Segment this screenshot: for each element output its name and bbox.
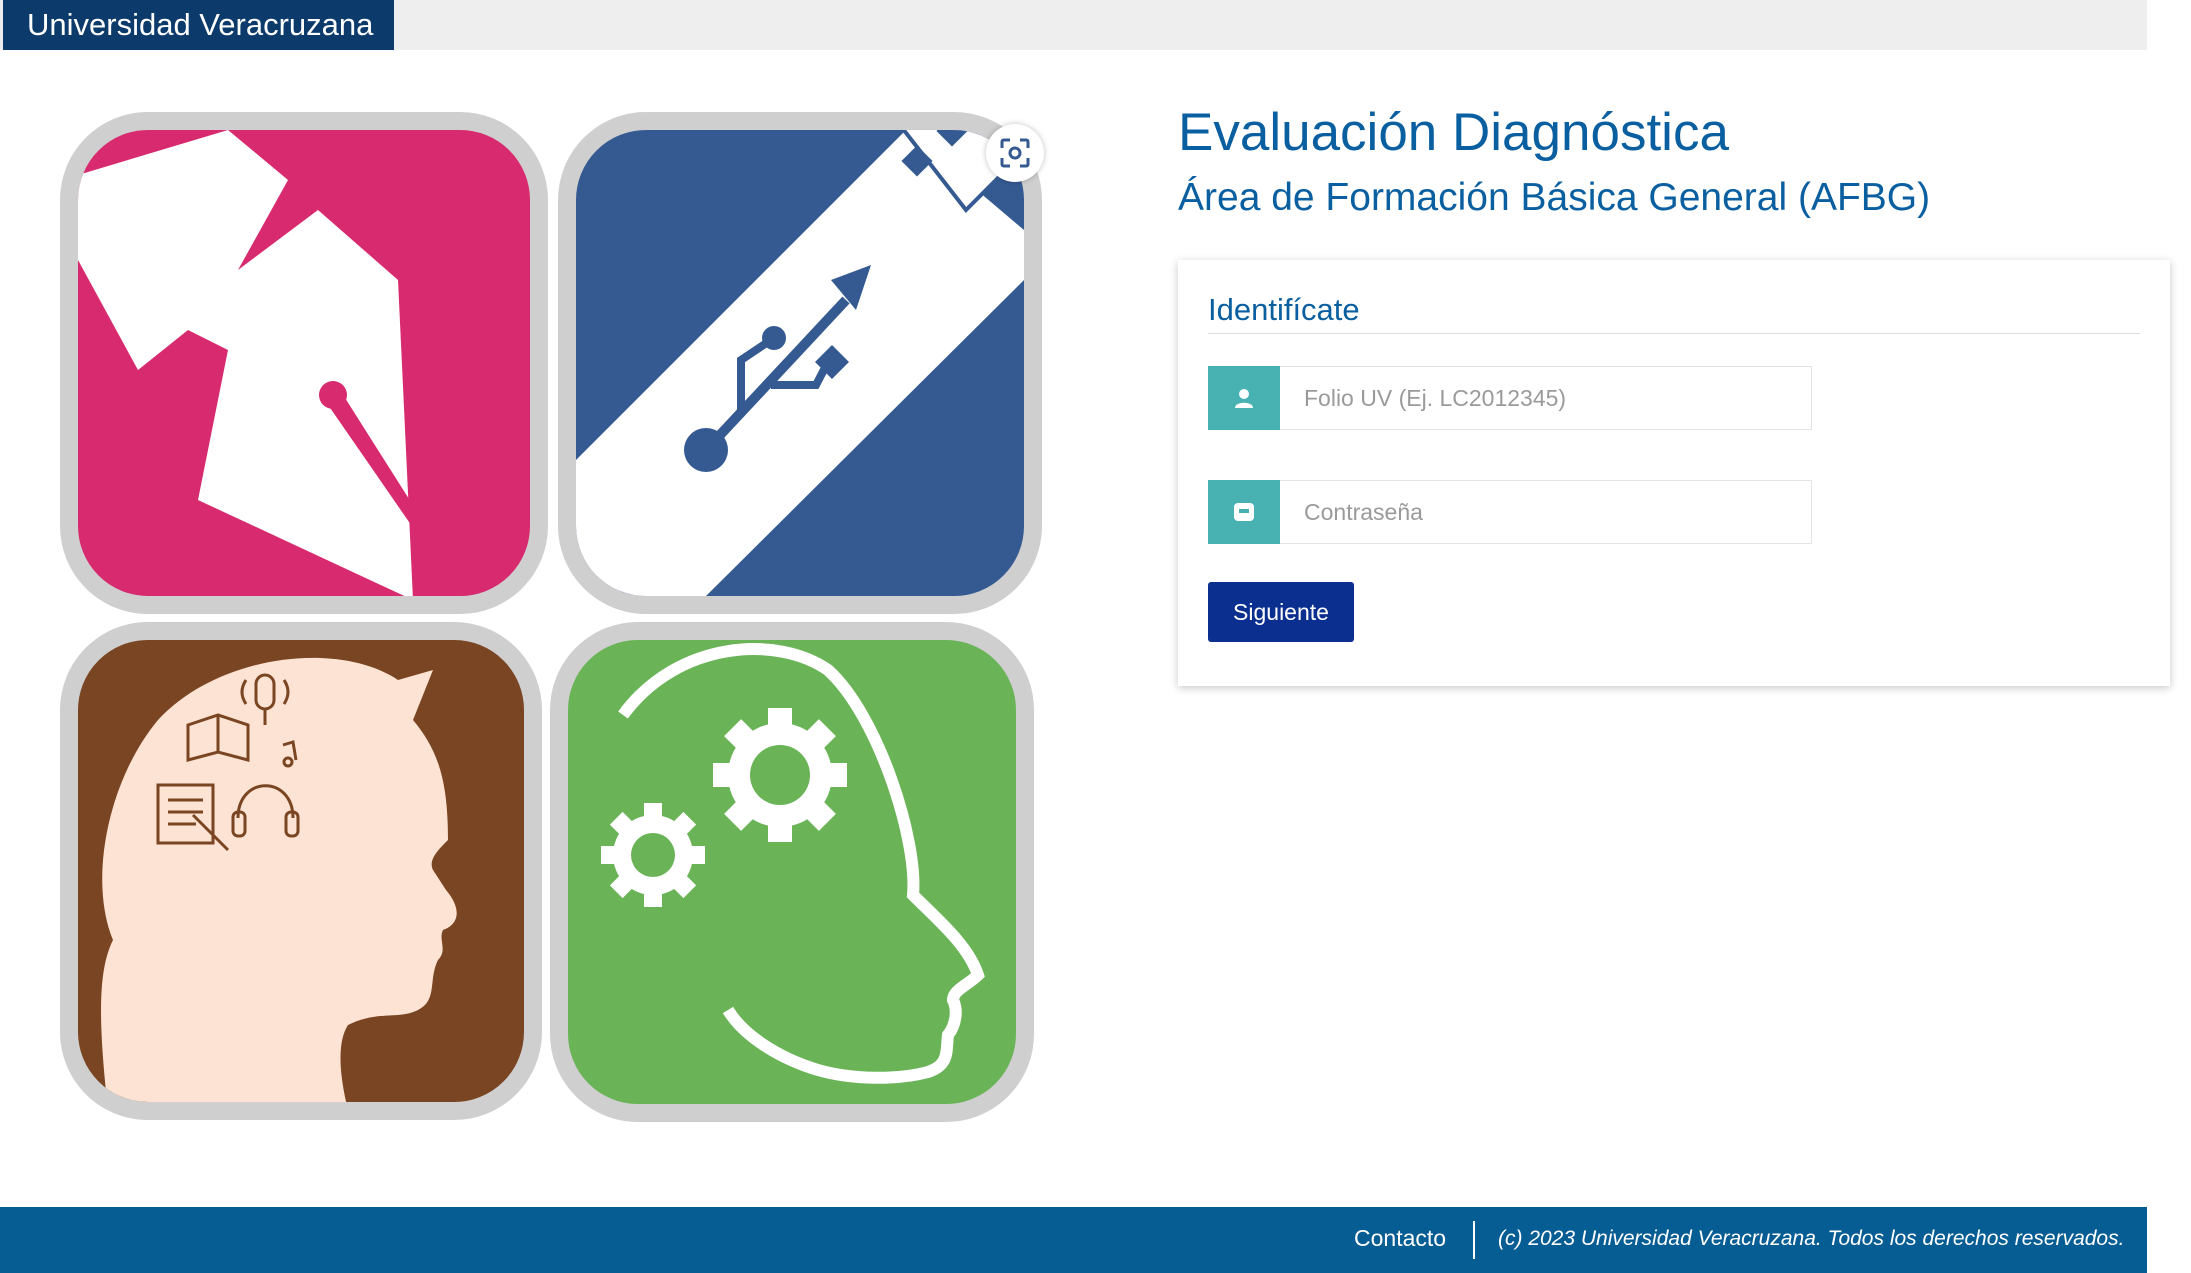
lock-addon bbox=[1208, 480, 1280, 544]
fountain-pen-icon bbox=[78, 130, 471, 596]
focus-scan-button[interactable] bbox=[986, 124, 1044, 182]
password-input-group bbox=[1208, 480, 1812, 544]
heading-divider bbox=[1208, 333, 2140, 334]
head-learning-icon bbox=[101, 657, 457, 1102]
password-input[interactable] bbox=[1280, 480, 1812, 544]
copyright-text: (c) 2023 Universidad Veracruzana. Todos … bbox=[1498, 1227, 2125, 1250]
lock-icon bbox=[1234, 503, 1254, 521]
scan-icon bbox=[1000, 138, 1030, 168]
pen-tile bbox=[60, 112, 548, 614]
page-subtitle: Área de Formación Básica General (AFBG) bbox=[1178, 176, 1931, 219]
usb-tile bbox=[558, 112, 1042, 614]
login-card: Identifícate Siguiente bbox=[1178, 260, 2170, 686]
user-addon bbox=[1208, 366, 1280, 430]
user-icon bbox=[1235, 389, 1253, 408]
page-title: Evaluación Diagnóstica bbox=[1178, 103, 1729, 162]
brand-logo[interactable]: Universidad Veracruzana bbox=[3, 0, 394, 50]
folio-input[interactable] bbox=[1280, 366, 1812, 430]
contact-link[interactable]: Contacto bbox=[1354, 1225, 1446, 1252]
usb-drive-icon bbox=[576, 130, 1024, 596]
learning-tile bbox=[60, 622, 542, 1120]
next-button[interactable]: Siguiente bbox=[1208, 582, 1354, 642]
head-gears-icon bbox=[601, 643, 985, 1084]
gears-tile bbox=[550, 622, 1034, 1122]
footer-separator bbox=[1473, 1221, 1475, 1259]
footer: Contacto (c) 2023 Universidad Veracruzan… bbox=[0, 1207, 2147, 1273]
login-heading: Identifícate bbox=[1208, 292, 1360, 327]
folio-input-group bbox=[1208, 366, 1812, 430]
